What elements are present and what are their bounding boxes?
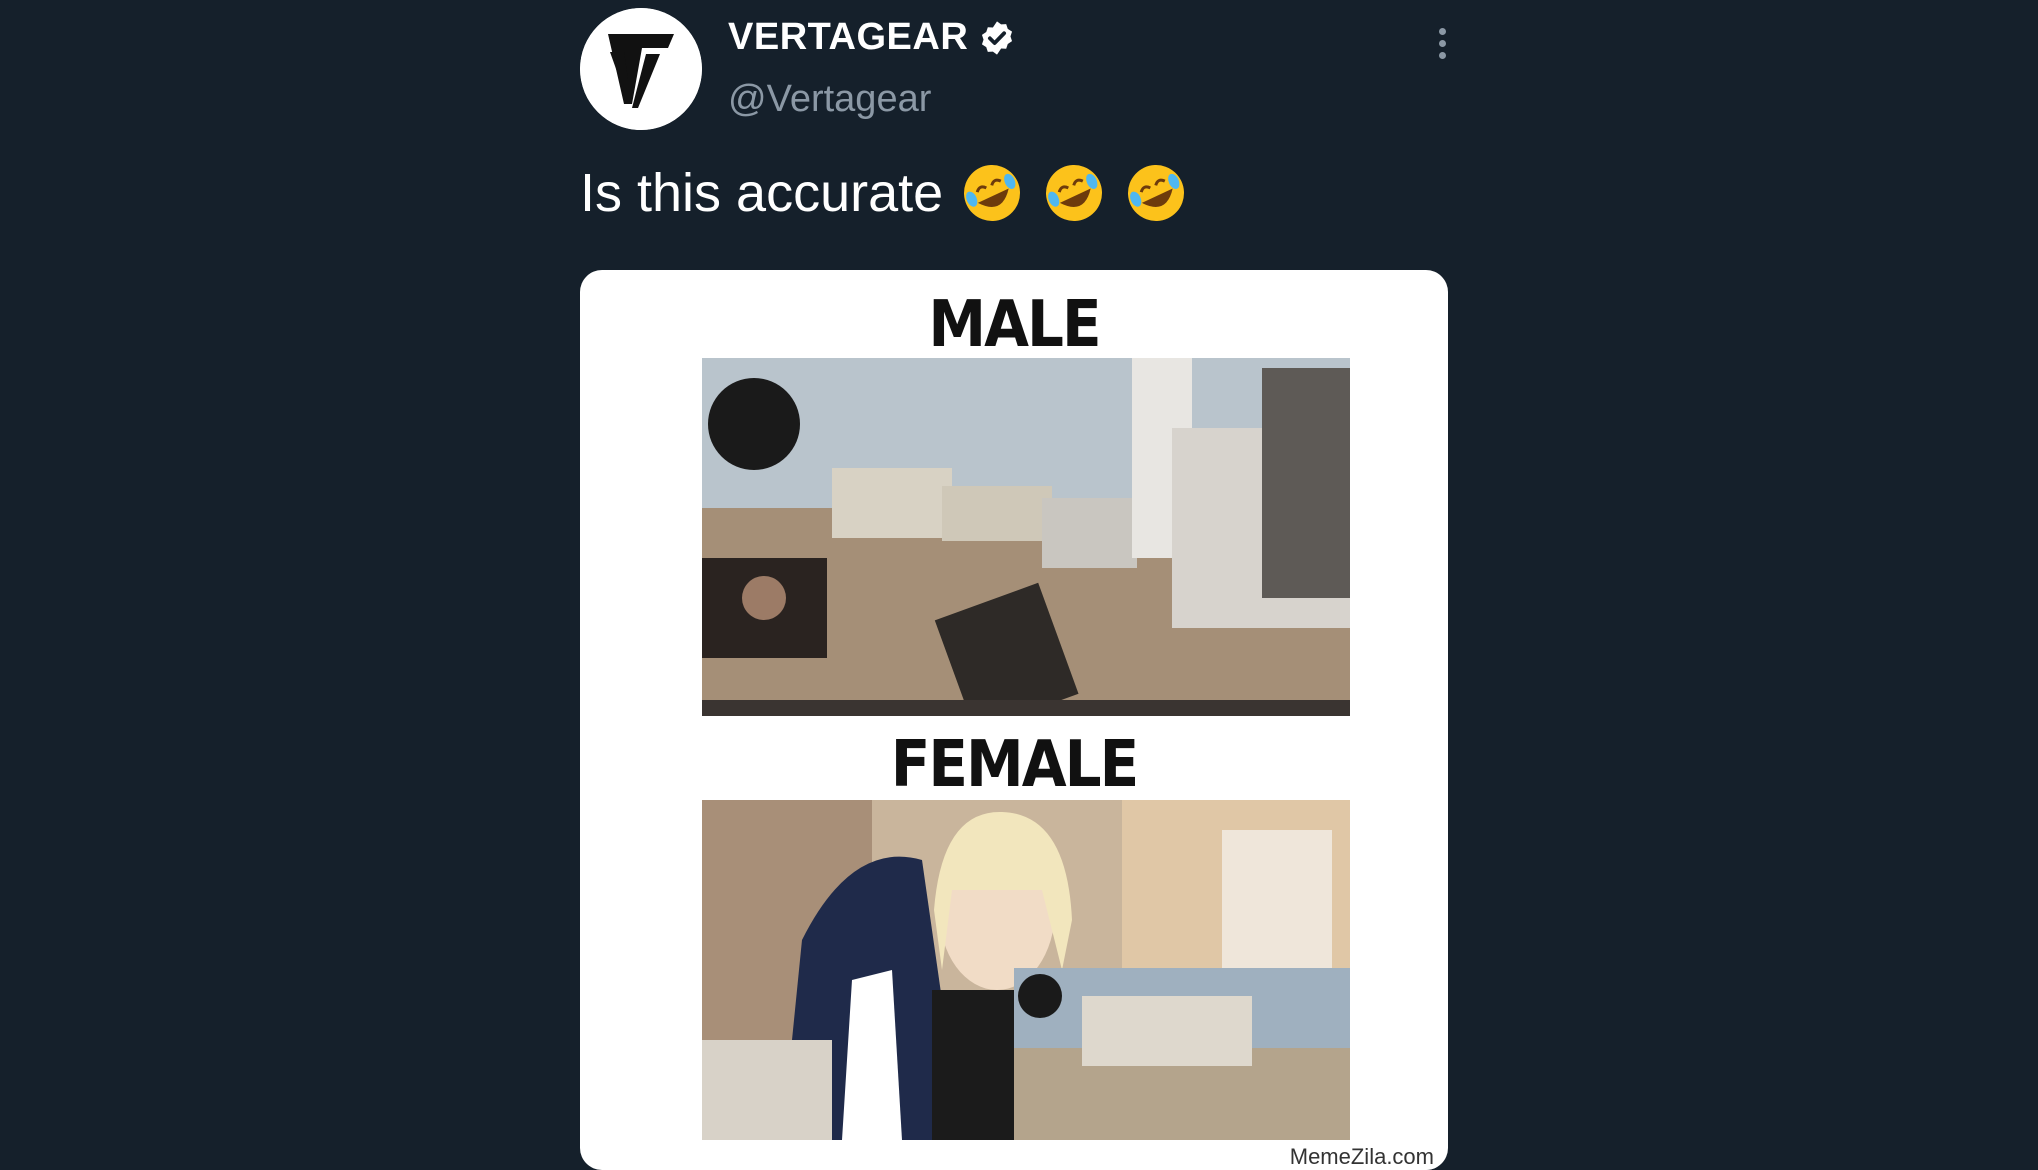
more-options-icon[interactable] bbox=[1436, 28, 1448, 62]
female-panel-label: FEMALE bbox=[890, 726, 1139, 802]
vertagear-logo-icon bbox=[580, 8, 702, 130]
tweet: VERTAGEAR @Vertagear Is this accurate MA… bbox=[580, 0, 1448, 1170]
rolling-on-floor-laughing-icon bbox=[1041, 160, 1107, 226]
male-panel-label: MALE bbox=[928, 286, 1101, 362]
tweet-text-content: Is this accurate bbox=[580, 163, 944, 223]
tweet-text: Is this accurate bbox=[580, 160, 1189, 226]
verified-badge-icon bbox=[982, 20, 1013, 55]
rolling-on-floor-laughing-icon bbox=[1123, 160, 1189, 226]
rolling-on-floor-laughing-icon bbox=[959, 160, 1025, 226]
author-display-name[interactable]: VERTAGEAR bbox=[728, 16, 968, 59]
author-name-row: VERTAGEAR bbox=[728, 16, 1016, 59]
watermark: MemeZila.com bbox=[1285, 1144, 1438, 1170]
tweet-media-image[interactable]: MALE FEMALE MemeZila.com bbox=[580, 270, 1448, 1170]
male-gameplay-image bbox=[702, 358, 1350, 716]
female-stream-image bbox=[702, 800, 1350, 1140]
avatar[interactable] bbox=[580, 8, 702, 130]
author-handle[interactable]: @Vertagear bbox=[728, 78, 931, 121]
